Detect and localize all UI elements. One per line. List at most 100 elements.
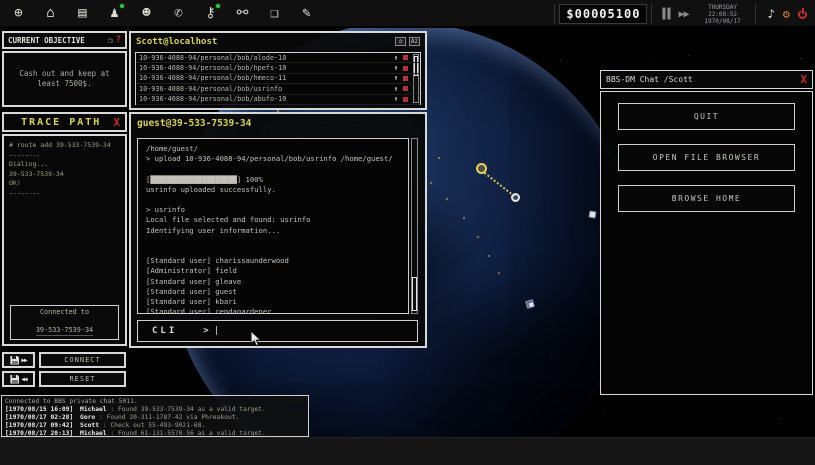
connected-label: Connected to [11, 308, 118, 317]
file-row[interactable]: 10-936-4088-94/personal/bob/hmeco-11 ↑ [136, 74, 420, 84]
chat-titlebar[interactable]: BBS-DM Chat /Scott X [600, 70, 813, 89]
map-node-target-icon[interactable] [511, 193, 520, 202]
trace-path-panel: TRACE PATH X Connected to 39-533-7539-34… [2, 112, 127, 346]
delete-file-icon[interactable] [403, 97, 408, 102]
objective-titlebar: CURRENT OBJECTIVE ❐ ? [2, 31, 127, 49]
terminal-title: guest@39-533-7539-34 [137, 118, 251, 129]
divider [755, 4, 756, 24]
chat-title: BBS-DM Chat /Scott [606, 75, 800, 84]
trace-log-line: -------- [9, 151, 120, 161]
trace-title: TRACE PATH [9, 117, 113, 128]
save-and-rewind-icon[interactable]: ◀◀ [2, 371, 35, 387]
close-icon[interactable]: X [800, 73, 807, 86]
terminal-output[interactable]: /home/guest/ > upload 10-936-4088-94/per… [137, 138, 409, 314]
map-server-marker-icon[interactable] [588, 210, 596, 218]
terminal-line: [Standard user] kbari [146, 297, 400, 307]
chat-log-message: [1970/08/15 16:09] Michael : Found 39-53… [5, 406, 305, 414]
news-icon[interactable]: ▤ [72, 3, 93, 24]
delete-file-icon[interactable] [403, 76, 408, 81]
connected-address: 39-533-7539-34 [36, 326, 93, 336]
spy-icon[interactable]: ☻ [136, 3, 157, 24]
terminal-line: [████████████████████] 100% [146, 175, 400, 185]
contacts-icon[interactable]: ✆ [168, 3, 189, 24]
music-icon[interactable]: ♪ [768, 8, 775, 20]
terminal-line: > upload 10-936-4088-94/personal/bob/usr… [146, 154, 400, 164]
file-path: 10-936-4088-94/personal/bob/alode-10 [136, 54, 391, 62]
upload-arrow-icon[interactable]: ↑ [391, 85, 401, 93]
file-row[interactable]: 10-936-4088-94/personal/bob/alode-10 ↑ [136, 53, 420, 63]
terminal-line [146, 164, 400, 174]
chat-log-panel[interactable]: Connected to BBS private chat 5011. [197… [1, 395, 309, 437]
upload-arrow-icon[interactable]: ↑ [391, 54, 401, 62]
reset-row: ◀◀ RESET [2, 371, 126, 387]
message-username: Goro [80, 414, 95, 421]
logbook-icon[interactable]: ❏ [264, 3, 285, 24]
fast-forward-button[interactable]: ▶▶ [678, 9, 688, 20]
delete-file-icon[interactable] [403, 55, 408, 60]
delete-file-icon[interactable] [403, 66, 408, 71]
popout-window-icon[interactable]: ❐ [108, 36, 113, 45]
reset-button[interactable]: RESET [39, 371, 126, 387]
cli-input[interactable]: CLI > | [137, 320, 418, 342]
chat-log-header: Connected to BBS private chat 5011. [5, 398, 305, 406]
terminal-line: > usrinfo [146, 205, 400, 215]
scrollbar-thumb[interactable] [412, 277, 417, 311]
quit-button[interactable]: QUIT [618, 103, 795, 130]
map-node-origin-icon[interactable] [476, 163, 487, 174]
message-timestamp: [1970/08/17 09:42] [5, 422, 73, 429]
topbar-right: $00005100 ▌▌ ▶▶ THURSDAY 22:08:52 1970/0… [550, 0, 815, 28]
sort-by-time-icon[interactable]: ◷ [395, 37, 406, 46]
trace-log-line: 39-533-7539-34 [9, 170, 120, 180]
mouse-cursor [250, 330, 262, 348]
terminal-line: [Standard user] guest [146, 287, 400, 297]
game-screen: ⊕ ⌂ ▤ ♟ ☻ [0, 0, 815, 465]
file-row[interactable]: 10-936-4088-94/personal/bob/hpefs-10 ↑ [136, 63, 420, 73]
power-glyph [798, 10, 807, 19]
objective-body: Cash out and keep at least 7500$. [2, 51, 127, 107]
message-text: : Found 39-533-7539-34 as a valid target… [110, 406, 265, 413]
terminal-scrollbar[interactable] [411, 138, 418, 314]
home-network-icon[interactable]: ⌂ [40, 3, 61, 24]
cli-prompt: > [203, 326, 208, 336]
trace-titlebar: TRACE PATH X [2, 112, 127, 132]
cli-label: CLI [152, 326, 177, 336]
terminal-line [146, 236, 400, 246]
browse-home-button[interactable]: BROWSE HOME [618, 185, 795, 212]
file-path: 10-936-4088-94/personal/bob/hmeco-11 [136, 74, 391, 82]
system-icons: ♪ ⚙ [760, 8, 815, 20]
file-row[interactable]: 10-936-4088-94/personal/bob/abufo-10 ↑ [136, 95, 420, 105]
upload-arrow-icon[interactable]: ↑ [391, 74, 401, 82]
clock-day: THURSDAY [697, 4, 749, 11]
chat-log-message: [1970/08/17 20:13] Michael : Found 61-13… [5, 430, 305, 437]
message-username: Scott [80, 422, 99, 429]
money-value: $00005100 [566, 7, 640, 21]
terminal-titlebar[interactable]: guest@39-533-7539-34 [131, 114, 425, 133]
upload-arrow-icon[interactable]: ↑ [391, 64, 401, 72]
terminal-line: [Standard user] charissaunderwood [146, 256, 400, 266]
chat-log-message: [1970/08/17 02:28] Goro : Found 20-311-1… [5, 414, 305, 422]
trace-body: Connected to 39-533-7539-34 # route add … [2, 134, 127, 346]
settings-gear-icon[interactable]: ⚙ [783, 8, 790, 20]
file-row[interactable]: 10-936-4088-94/personal/bob/usrinfo ↑ [136, 84, 420, 94]
open-file-browser-button[interactable]: OPEN FILE BROWSER [618, 144, 795, 171]
sort-alphabetical-icon[interactable]: Az [409, 37, 420, 46]
help-icon[interactable]: ? [116, 35, 121, 45]
save-and-connect-icon[interactable]: ▶▶ [2, 352, 35, 368]
close-icon[interactable]: X [113, 116, 120, 129]
power-icon[interactable] [798, 10, 807, 19]
trace-log-line: # route add 39-533-7539-34 [9, 141, 120, 151]
connect-button[interactable]: CONNECT [39, 352, 126, 368]
passwords-icon[interactable]: ⚷ [200, 3, 221, 24]
upload-arrow-icon[interactable]: ↑ [391, 95, 401, 103]
rewind-arrows-icon: ◀◀ [21, 376, 26, 383]
message-text: : Found 20-311-1787-42 via Phreakout. [99, 414, 239, 421]
file-window-titlebar[interactable]: Scott@localhost ◷ Az [131, 33, 425, 50]
divider [651, 4, 652, 24]
notes-icon[interactable]: ✎ [296, 3, 317, 24]
missions-icon[interactable]: ♟ [104, 3, 125, 24]
world-map-icon[interactable]: ⊕ [8, 3, 29, 24]
delete-file-icon[interactable] [403, 86, 408, 91]
objective-text: Cash out and keep at least 7500$. [12, 69, 117, 89]
pause-button[interactable]: ▌▌ [662, 9, 672, 20]
arrests-icon[interactable]: ⚯ [232, 3, 253, 24]
